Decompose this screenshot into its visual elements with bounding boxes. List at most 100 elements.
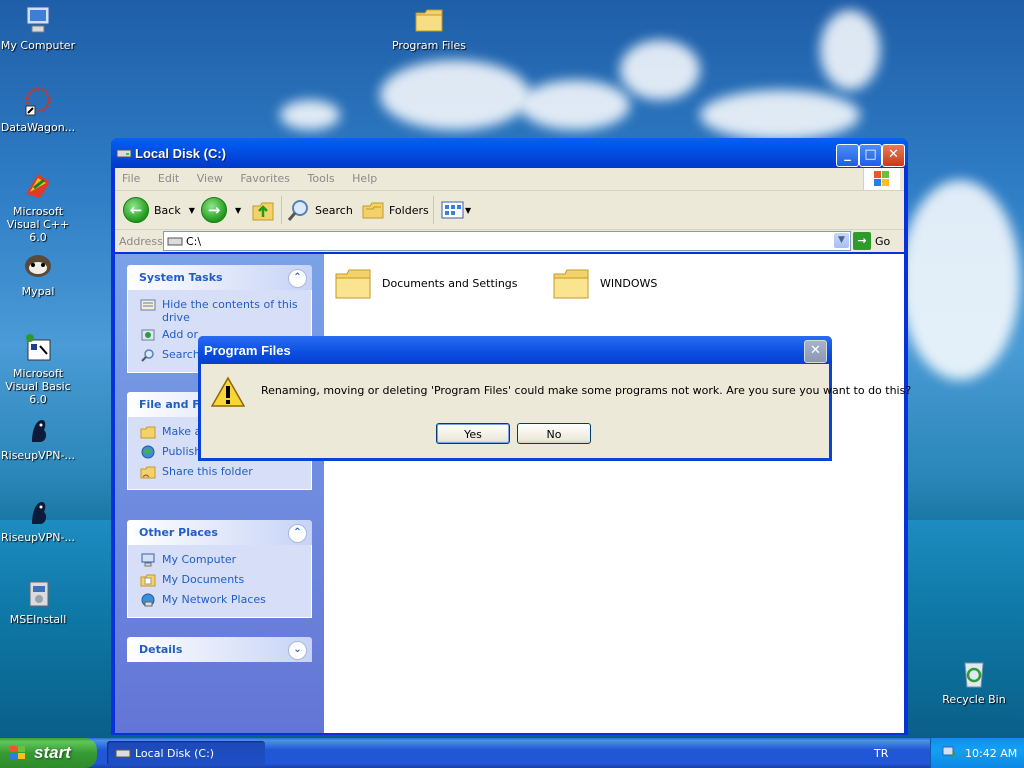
menu-view[interactable]: View xyxy=(190,168,230,185)
panel-header[interactable]: System Tasks ⌃ xyxy=(127,265,312,290)
dialog-body: Renaming, moving or deleting 'Program Fi… xyxy=(201,364,911,458)
folder-icon xyxy=(413,4,445,36)
desktop-icon-mseinstall[interactable]: MSEInstall xyxy=(0,578,78,626)
recycle-bin-icon xyxy=(958,658,990,690)
task-label: Share this folder xyxy=(162,465,253,478)
my-documents-icon xyxy=(140,574,156,587)
yes-button[interactable]: Yes xyxy=(436,423,510,444)
menu-file[interactable]: File xyxy=(115,168,147,185)
maximize-button[interactable]: □ xyxy=(859,144,882,167)
desktop-icon-label: MSEInstall xyxy=(9,613,67,626)
desktop-icon-datawagon[interactable]: DataWagon... xyxy=(0,86,78,134)
details-panel: Details ⌄ xyxy=(127,637,312,662)
file-list-pane: Documents and Settings WINDOWS xyxy=(324,254,904,733)
folders-button[interactable]: Folders xyxy=(361,198,429,222)
new-folder-icon xyxy=(140,426,156,439)
task-pane: System Tasks ⌃ Hide the contents of this… xyxy=(115,254,324,733)
menu-bar: File Edit View Favorites Tools Help xyxy=(115,168,904,191)
task-label: My Documents xyxy=(162,573,245,586)
task-hide-contents[interactable]: Hide the contents of this drive xyxy=(128,296,311,326)
desktop-icon-label: My Computer xyxy=(0,39,76,52)
forward-button[interactable]: → ▼ xyxy=(201,197,241,223)
desktop-icon-visual-basic[interactable]: Microsoft Visual Basic 6.0 xyxy=(0,332,78,406)
my-computer-icon xyxy=(22,4,54,36)
menu-tools[interactable]: Tools xyxy=(301,168,342,185)
start-button[interactable]: start xyxy=(0,738,97,768)
task-share-folder[interactable]: Share this folder xyxy=(128,463,311,483)
folder-windows[interactable]: WINDOWS xyxy=(552,266,657,300)
desktop-icon-riseupvpn-1[interactable]: RiseupVPN-... xyxy=(0,414,78,462)
folder-up-icon xyxy=(252,202,274,221)
place-my-computer[interactable]: My Computer xyxy=(128,551,311,571)
search-button[interactable]: Search xyxy=(287,198,353,222)
chevron-down-icon: ▼ xyxy=(465,205,472,215)
views-icon xyxy=(441,201,464,219)
start-label: start xyxy=(34,743,71,762)
panel-header[interactable]: Other Places ⌃ xyxy=(127,520,312,545)
taskbar-item-local-disk[interactable]: Local Disk (C:) xyxy=(107,741,265,765)
up-folder-button[interactable] xyxy=(251,198,275,222)
clock[interactable]: 10:42 AM xyxy=(965,747,1017,760)
minimize-button[interactable]: _ xyxy=(836,144,859,167)
desktop-icon-mypal[interactable]: Mypal xyxy=(0,250,78,298)
address-dropdown-button[interactable]: ▼ xyxy=(834,233,849,248)
expand-icon[interactable]: ⌄ xyxy=(288,641,307,660)
place-my-documents[interactable]: My Documents xyxy=(128,571,311,591)
desktop-icon-recycle-bin[interactable]: Recycle Bin xyxy=(934,658,1014,706)
desktop-icon-riseupvpn-2[interactable]: RiseupVPN-... xyxy=(0,496,78,544)
folder-documents-and-settings[interactable]: Documents and Settings xyxy=(334,266,518,300)
window-titlebar[interactable]: Local Disk (C:) _ □ ✕ xyxy=(111,138,908,168)
go-arrow-icon: → xyxy=(853,232,871,250)
panel-header[interactable]: Details ⌄ xyxy=(127,637,312,662)
collapse-icon[interactable]: ⌃ xyxy=(288,269,307,288)
folder-icon xyxy=(335,269,371,299)
address-input[interactable]: C:\ ▼ xyxy=(163,231,851,251)
close-button[interactable]: ✕ xyxy=(882,144,905,167)
language-indicator[interactable]: TR xyxy=(874,747,888,760)
other-places-panel: Other Places ⌃ My Computer My Documents … xyxy=(127,520,312,618)
dialog-close-button[interactable]: ✕ xyxy=(804,340,827,363)
search-files-icon xyxy=(141,349,154,362)
toolbar: ← Back ▼ → ▼ Search Folders ▼ xyxy=(115,191,904,230)
dialog-title: Program Files xyxy=(204,343,291,358)
no-button[interactable]: No xyxy=(517,423,591,444)
chevron-down-icon: ▼ xyxy=(188,205,195,215)
dialog-message: Renaming, moving or deleting 'Program Fi… xyxy=(261,384,912,397)
desktop-icon-my-computer[interactable]: My Computer xyxy=(0,4,78,52)
task-label: Make a xyxy=(162,425,202,438)
views-button[interactable]: ▼ xyxy=(441,198,471,222)
forward-arrow-icon: → xyxy=(201,197,227,223)
desktop-icon-label: Microsoft Visual Basic 6.0 xyxy=(5,367,71,406)
desktop-icon-program-files[interactable]: Program Files xyxy=(389,4,469,52)
menu-favorites[interactable]: Favorites xyxy=(233,168,297,185)
address-bar: Address C:\ ▼ → Go xyxy=(115,230,904,252)
place-my-network-places[interactable]: My Network Places xyxy=(128,591,311,611)
menu-edit[interactable]: Edit xyxy=(151,168,186,185)
publish-web-icon xyxy=(141,445,155,459)
riseupvpn-bird-icon xyxy=(22,414,54,446)
dialog-titlebar[interactable]: Program Files ✕ xyxy=(198,336,832,364)
visual-basic-icon xyxy=(22,332,54,364)
desktop-icon-label: DataWagon... xyxy=(0,121,76,134)
search-label: Search xyxy=(315,203,353,217)
network-tray-icon[interactable] xyxy=(941,745,957,761)
folder-label: WINDOWS xyxy=(600,276,658,290)
back-arrow-icon: ← xyxy=(123,197,149,223)
menu-help[interactable]: Help xyxy=(345,168,384,185)
warning-icon xyxy=(211,376,245,407)
share-folder-icon xyxy=(140,466,156,479)
riseupvpn-bird-icon xyxy=(22,496,54,528)
go-button[interactable]: → Go xyxy=(853,232,890,250)
task-label: My Network Places xyxy=(162,593,266,606)
collapse-icon[interactable]: ⌃ xyxy=(288,524,307,543)
folder-label: Documents and Settings xyxy=(382,276,518,290)
task-label: My Computer xyxy=(162,553,237,566)
drive-icon xyxy=(167,237,183,246)
panel-title: System Tasks xyxy=(139,271,223,284)
back-button[interactable]: ← Back ▼ xyxy=(123,197,195,223)
desktop-icon-label: Recycle Bin xyxy=(942,693,1006,706)
system-tray: 10:42 AM xyxy=(930,738,1024,768)
desktop-icon-visual-cpp[interactable]: Microsoft Visual C++ 6.0 xyxy=(0,170,78,244)
back-label: Back xyxy=(154,203,181,217)
folder-icon xyxy=(553,269,589,299)
